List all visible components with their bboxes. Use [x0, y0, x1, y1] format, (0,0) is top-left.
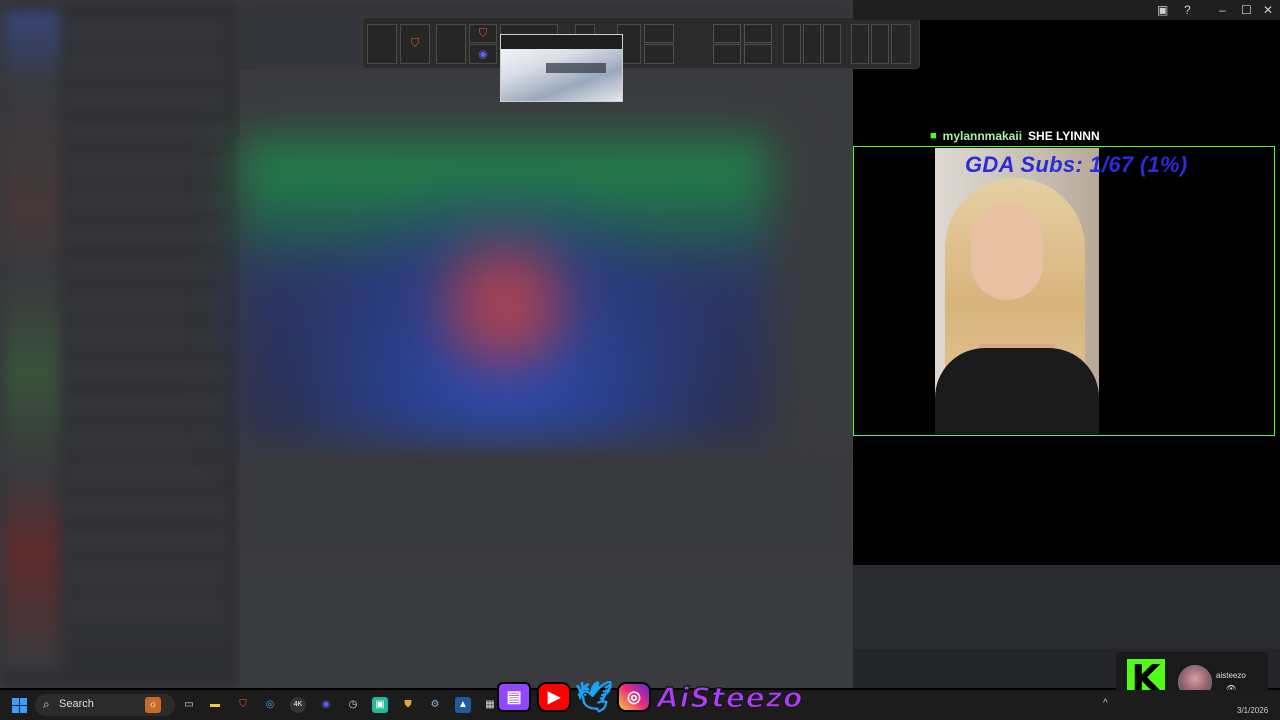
webcam-video [935, 148, 1099, 434]
clock-icon[interactable]: ◷ [345, 697, 361, 713]
layout-slot[interactable] [644, 24, 674, 43]
brave-icon: ⛉ [410, 37, 420, 50]
task-view-icon[interactable]: ▭ [181, 697, 197, 713]
thumbnail-titlebar [501, 35, 622, 49]
kick-username: aisteezo [1216, 671, 1246, 680]
widgets-icon[interactable]: ☼ [145, 697, 161, 713]
social-handle: AiSteezo [656, 680, 804, 715]
youtube-icon: ▶ [537, 682, 571, 712]
taskbar-date[interactable]: 3/1/2026 [1237, 706, 1268, 715]
steam-icon[interactable]: ⚙ [427, 697, 443, 713]
social-links-bar: ▤ ▶ 🕊 ◎ AiSteezo [497, 680, 803, 714]
file-explorer-icon[interactable]: ▬ [207, 697, 223, 713]
search-label: Search [59, 698, 94, 710]
layout-slot-discord[interactable]: ◉ [469, 44, 497, 64]
4k-downloader-icon[interactable]: 4K [290, 697, 306, 713]
layout-slot[interactable] [871, 24, 889, 64]
instagram-icon: ◎ [617, 682, 651, 712]
brave-icon[interactable]: ⛉ [235, 697, 251, 713]
layout-slot[interactable] [713, 24, 741, 43]
layout-slot[interactable] [851, 24, 869, 64]
twitter-icon: 🕊 [574, 680, 614, 714]
brave-icon: ⛉ [478, 27, 488, 39]
layout-slot[interactable] [803, 24, 821, 64]
blurred-sidebar [0, 0, 240, 688]
inbox-icon[interactable]: ▣ [1157, 2, 1168, 18]
edge-icon[interactable]: ◎ [262, 697, 278, 713]
channel-list [66, 20, 226, 640]
layout-slot-brave-2[interactable]: ⛉ [469, 24, 497, 43]
layout-slot[interactable] [436, 24, 466, 64]
chat-username: mylannmakaii [942, 129, 1023, 143]
screen: ⛉ ⛉ ◉ ▣ ? – ☐ ✕ ■ mylannmakaii SHE LYINN… [0, 0, 1280, 720]
person-body [935, 348, 1099, 434]
blurred-app-window [0, 0, 853, 688]
tray-chevron-icon[interactable]: ^ [1103, 698, 1108, 709]
layout-slot[interactable] [644, 44, 674, 64]
chat-text: SHE LYINNN [1028, 129, 1100, 143]
help-icon[interactable]: ? [1184, 2, 1191, 18]
shield-icon[interactable]: ⛊ [400, 697, 416, 713]
layout-slot[interactable] [367, 24, 397, 64]
blurred-lower-panel [240, 455, 853, 555]
search-icon: ⌕ [43, 697, 50, 711]
layout-slot[interactable] [891, 24, 911, 64]
window-thumbnail-preview[interactable] [500, 34, 623, 102]
layout-slot[interactable] [744, 44, 772, 64]
snap-layout-overlay: ⛉ ⛉ ◉ [362, 17, 920, 69]
thumbnail-content [546, 63, 606, 73]
layout-slot[interactable] [744, 24, 772, 43]
layout-slot[interactable] [783, 24, 801, 64]
window-titlebar: ▣ ? – ☐ ✕ [853, 0, 1280, 20]
app-icon[interactable]: ▦ [482, 697, 498, 713]
app-icon[interactable]: ▣ [372, 697, 388, 713]
discord-icon[interactable]: ◉ [318, 697, 334, 713]
windows-start-icon[interactable] [12, 698, 27, 713]
minimize-button[interactable]: – [1219, 2, 1226, 18]
person-face [971, 204, 1043, 300]
layout-slot[interactable] [713, 44, 741, 64]
discord-icon: ◉ [478, 48, 488, 61]
kick-icon: ■ [930, 130, 937, 142]
chat-message: ■ mylannmakaii SHE LYINNN [930, 128, 1100, 144]
server-rail [4, 10, 60, 670]
layout-slot[interactable] [823, 24, 841, 64]
twitch-icon: ▤ [497, 682, 531, 712]
layout-slot-brave[interactable]: ⛉ [400, 24, 430, 64]
blurred-banner-image [240, 140, 770, 440]
close-button[interactable]: ✕ [1263, 2, 1273, 18]
app-icon[interactable]: ▲ [455, 697, 471, 713]
sub-goal-text: GDA Subs: 1/67 (1%) [965, 152, 1188, 177]
maximize-button[interactable]: ☐ [1241, 2, 1252, 18]
